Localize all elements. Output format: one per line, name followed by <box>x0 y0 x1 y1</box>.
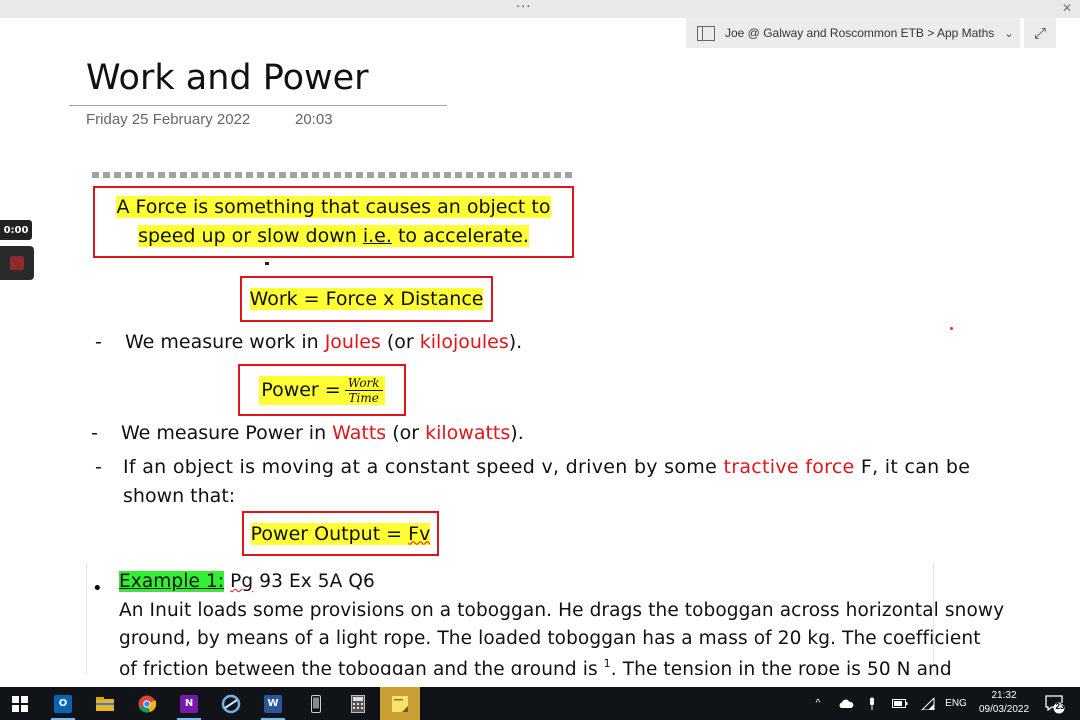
ink-mark <box>265 262 269 265</box>
work-formula: Work = Force x Distance <box>249 288 484 310</box>
clipped-text-line <box>92 172 572 184</box>
kilojoules-text: kilojoules <box>419 331 509 353</box>
cloud-icon <box>839 699 854 708</box>
tray-clock[interactable]: 21:32 09/03/2022 <box>973 689 1035 717</box>
power-output-formula: Power Output = Fv <box>250 522 431 545</box>
windows-icon <box>12 695 28 712</box>
taskbar: O N W ^ ENG 21:32 09/03/2022 23 <box>0 687 1080 720</box>
taskbar-chrome[interactable] <box>127 687 167 720</box>
calculator-icon <box>351 694 365 713</box>
breadcrumb-text: Joe @ Galway and Roscommon ETB > App Mat… <box>725 26 995 40</box>
power-formula: Power = Work Time <box>259 375 385 405</box>
watts-text: Watts <box>332 422 387 444</box>
page-time: 20:03 <box>295 111 333 128</box>
notebook-breadcrumb[interactable]: Joe @ Galway and Roscommon ETB > App Mat… <box>686 18 1020 48</box>
example-text-line-1: An Inuit loads some provisions on a tobo… <box>119 600 1005 621</box>
microphone-icon <box>870 697 874 710</box>
work-over-time-fraction: Work Time <box>344 376 383 405</box>
stop-recording-button[interactable] <box>0 246 34 280</box>
dash-marker: - <box>91 422 98 444</box>
tray-battery[interactable] <box>890 687 910 720</box>
example-text-line-2: ground, by means of a light rope. The lo… <box>119 628 981 649</box>
outlook-icon: O <box>54 694 72 713</box>
taskbar-sticky-notes[interactable] <box>380 687 420 720</box>
taskbar-onenote-app[interactable] <box>211 687 251 720</box>
dash-marker: - <box>95 456 102 478</box>
clock-date: 09/03/2022 <box>978 704 1030 715</box>
work-formula-box: Work = Force x Distance <box>240 276 493 322</box>
wifi-icon <box>921 697 935 710</box>
folder-icon <box>96 696 114 711</box>
example-heading: Example 1: Pg 93 Ex 5A Q6 <box>119 571 375 592</box>
example-label: Example 1: <box>119 571 225 592</box>
bullet: • <box>92 578 103 599</box>
onenote-icon: N <box>180 694 198 713</box>
recording-timer: 0:00 <box>0 220 32 240</box>
sticky-notes-icon <box>392 695 408 712</box>
start-button[interactable] <box>0 687 40 720</box>
tray-language[interactable]: ENG <box>943 687 969 720</box>
definition-line-2: speed up or slow down <box>138 225 363 247</box>
chrome-icon <box>138 695 156 713</box>
taskbar-word[interactable]: W <box>253 687 293 720</box>
tray-microphone[interactable] <box>864 687 880 720</box>
expand-icon[interactable]: ⤢ <box>1024 18 1056 48</box>
content-clip <box>0 675 1080 687</box>
power-formula-box: Power = Work Time <box>238 364 406 416</box>
taskbar-phone[interactable] <box>296 687 336 720</box>
ie-abbrev: i.e. <box>362 225 392 247</box>
page-date: Friday 25 February 2022 <box>86 111 251 128</box>
ink-dot <box>950 327 953 330</box>
taskbar-onenote[interactable]: N <box>169 687 209 720</box>
title-underline <box>69 105 447 106</box>
taskbar-calculator[interactable] <box>338 687 378 720</box>
phone-icon <box>311 694 321 713</box>
power-output-box: Power Output = Fv <box>242 511 439 556</box>
tray-cloud[interactable] <box>836 687 856 720</box>
word-icon: W <box>264 694 282 713</box>
battery-icon <box>892 699 908 708</box>
tractive-force-line: If an object is moving at a constant spe… <box>123 456 971 478</box>
definition-line-2-end: to accelerate. <box>391 225 529 247</box>
joules-text: Joules <box>324 331 381 353</box>
tray-notifications[interactable]: 23 <box>1042 687 1068 720</box>
tractive-force-text: tractive force <box>723 456 855 478</box>
definition-line-1: A Force is something that causes an obje… <box>116 196 551 218</box>
clock-time: 21:32 <box>991 690 1017 701</box>
tray-wifi[interactable] <box>918 687 938 720</box>
shown-that-line: shown that: <box>123 485 236 507</box>
page-ref: Pg <box>230 571 254 592</box>
notification-count: 23 <box>1055 702 1065 711</box>
kilowatts-text: kilowatts <box>425 422 511 444</box>
page-title[interactable]: Work and Power <box>86 58 369 98</box>
taskbar-outlook[interactable]: O <box>43 687 83 720</box>
notebook-icon <box>697 25 715 41</box>
work-units-line: We measure work in Joules (or kilojoules… <box>125 331 523 353</box>
onenote-app-icon <box>221 694 241 713</box>
force-definition-box: A Force is something that causes an obje… <box>93 186 574 258</box>
close-icon[interactable]: ✕ <box>1062 1 1072 15</box>
dash-marker: - <box>95 331 102 353</box>
tray-overflow-chevron[interactable]: ^ <box>810 687 826 720</box>
window-menu-dots[interactable]: ··· <box>516 0 531 15</box>
power-units-line: We measure Power in Watts (or kilowatts)… <box>121 422 524 444</box>
taskbar-file-explorer[interactable] <box>85 687 125 720</box>
chevron-down-icon[interactable]: ⌄ <box>1004 27 1013 40</box>
window-top-bar: ··· ✕ <box>0 0 1080 18</box>
